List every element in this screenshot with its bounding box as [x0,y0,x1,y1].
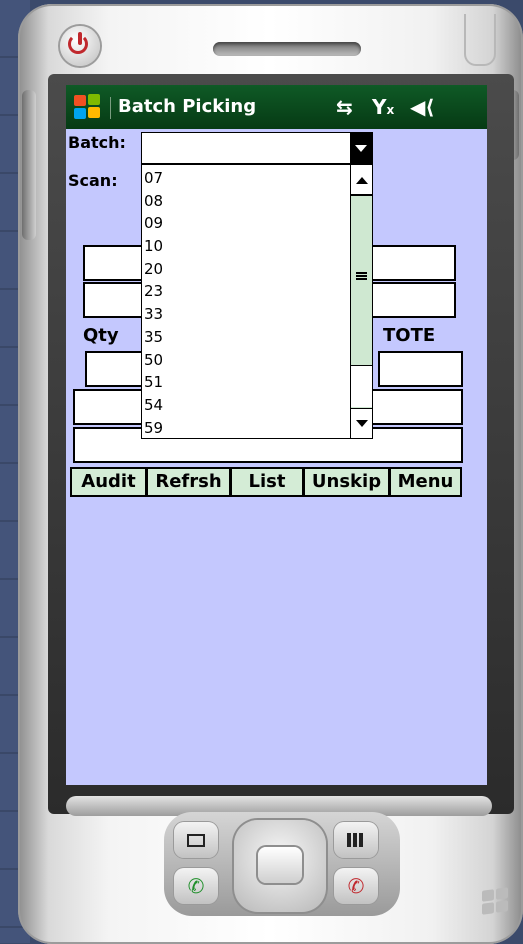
batch-option[interactable]: 35 [142,326,350,349]
sync-icon[interactable]: ⇆ [336,95,353,119]
dpad-center-button[interactable] [258,847,302,883]
right-softkey-button[interactable] [334,822,378,858]
tote-field[interactable] [378,351,463,387]
keypad-grid-icon [347,833,365,847]
batch-option[interactable]: 54 [142,394,350,417]
chevron-down-icon[interactable] [350,133,372,163]
qty-field[interactable] [85,351,145,387]
batch-option[interactable]: 33 [142,303,350,326]
phone-green-icon: ✆ [187,874,205,898]
app-title: Batch Picking [118,96,257,117]
scroll-up-arrow-icon[interactable] [351,165,372,195]
batch-combobox[interactable] [141,132,373,164]
batch-option[interactable]: 20 [142,258,350,281]
qty-label: Qty [83,325,119,346]
end-call-button[interactable]: ✆ [334,868,378,904]
batch-option[interactable]: 09 [142,212,350,235]
batch-option[interactable]: 07 [142,167,350,190]
earpiece-speaker [213,42,361,56]
start-menu-icon[interactable] [74,94,102,120]
refresh-button[interactable]: Refrsh [147,467,231,497]
windows-logo-icon [482,887,512,918]
tote-label: TOTE [383,325,436,346]
scroll-down-arrow-icon[interactable] [351,408,372,438]
batch-option[interactable]: 10 [142,235,350,258]
batch-dropdown-list[interactable]: 07 08 09 10 20 23 33 35 50 51 54 59 [141,164,373,439]
power-button[interactable] [60,26,100,66]
call-button[interactable]: ✆ [174,868,218,904]
batch-label: Batch: [68,133,126,152]
batch-option[interactable]: 51 [142,371,350,394]
no-signal-icon[interactable]: Yx [372,95,394,119]
left-softkey-button[interactable] [174,822,218,858]
scan-label: Scan: [68,171,118,190]
batch-option[interactable]: 23 [142,280,350,303]
device-screen: Batch Picking ⇆ Yx ◀⟨ Batch: Scan: Qty T… [66,85,487,785]
audit-button[interactable]: Audit [70,467,147,497]
grip-icon [356,272,367,280]
left-side-button[interactable] [22,90,36,240]
list-button[interactable]: List [231,467,304,497]
speaker-icon[interactable]: ◀⟨ [410,95,435,119]
dropdown-scrollbar[interactable] [350,165,372,438]
phone-red-icon: ✆ [347,874,365,898]
batch-option[interactable]: 50 [142,349,350,372]
scrollbar-thumb[interactable] [351,195,372,365]
action-button-bar: Audit Refrsh List Unskip Menu [70,467,462,497]
stylus-slot[interactable] [464,14,496,66]
title-bar: Batch Picking ⇆ Yx ◀⟨ [66,85,487,129]
menu-button[interactable]: Menu [390,467,462,497]
contact-card-icon [187,833,205,847]
batch-option[interactable]: 59 [142,417,350,438]
scrollbar-track[interactable] [351,365,372,407]
unskip-button[interactable]: Unskip [304,467,390,497]
batch-option[interactable]: 08 [142,190,350,213]
